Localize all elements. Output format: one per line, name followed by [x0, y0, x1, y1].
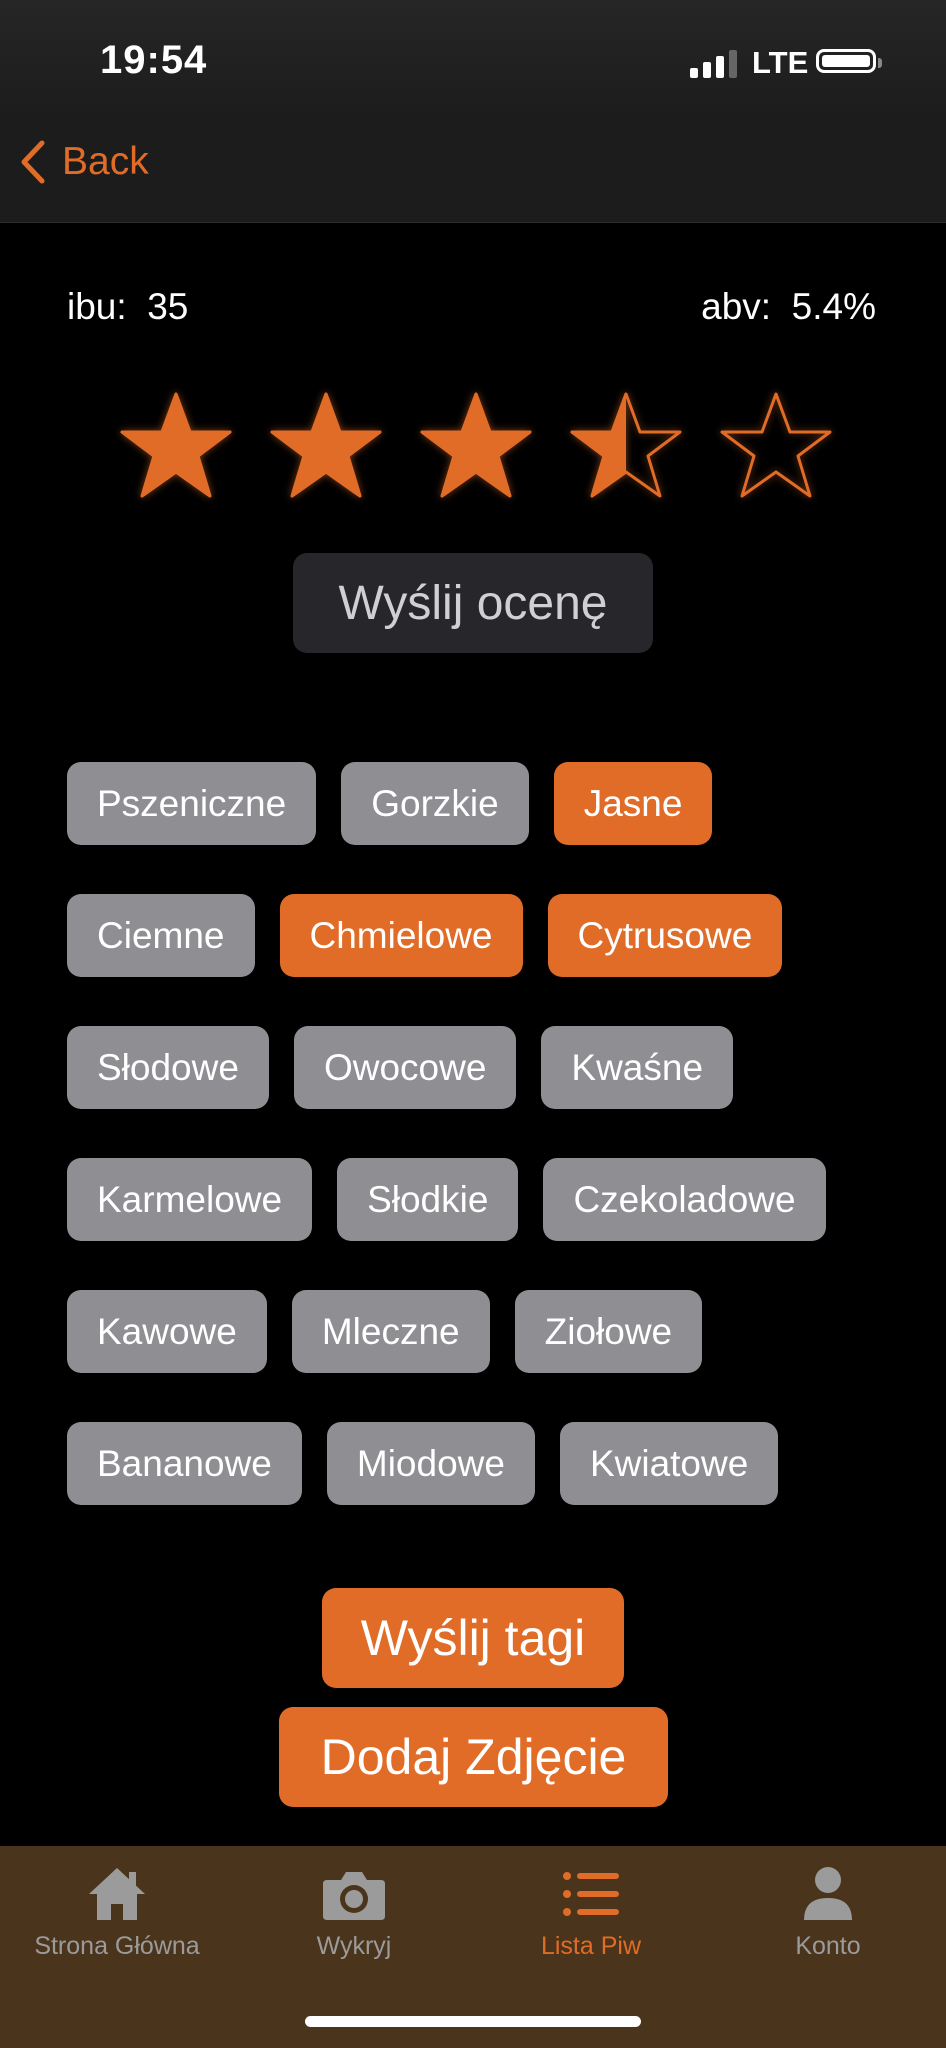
camera-icon	[323, 1872, 385, 1920]
tag-chmielowe[interactable]: Chmielowe	[279, 894, 523, 977]
tag-kwaśne[interactable]: Kwaśne	[541, 1026, 734, 1109]
back-button[interactable]: Back	[20, 140, 149, 184]
tag-kwiatowe[interactable]: Kwiatowe	[559, 1422, 779, 1505]
tag-row: Karmelowe Słodkie Czekoladowe	[67, 1158, 887, 1241]
add-photo-button[interactable]: Dodaj Zdjęcie	[279, 1707, 668, 1807]
tab-label: Konto	[795, 1932, 861, 1960]
tag-karmelowe[interactable]: Karmelowe	[67, 1158, 313, 1241]
tag-jasne[interactable]: Jasne	[553, 762, 713, 845]
tag-mleczne[interactable]: Mleczne	[291, 1290, 490, 1373]
star-filled-icon[interactable]	[416, 388, 536, 502]
network-label: LTE	[752, 45, 809, 80]
signal-icon	[690, 50, 737, 78]
tag-ziołowe[interactable]: Ziołowe	[514, 1290, 703, 1373]
ibu-value: 35	[147, 286, 189, 327]
back-label: Back	[62, 140, 149, 183]
star-filled-icon[interactable]	[266, 388, 386, 502]
tag-row: Ciemne Chmielowe Cytrusowe	[67, 894, 887, 977]
tab-home[interactable]: Strona Główna	[0, 1864, 237, 1961]
ibu-label: ibu:	[67, 286, 127, 327]
tag-list: Pszeniczne Gorzkie Jasne Ciemne Chmielowe Cyt…	[67, 762, 887, 1554]
tag-cytrusowe[interactable]: Cytrusowe	[547, 894, 783, 977]
send-tags-button[interactable]: Wyślij tagi	[322, 1588, 624, 1688]
tab-label: Lista Piw	[540, 1932, 642, 1960]
send-rating-button[interactable]: Wyślij ocenę	[293, 553, 653, 653]
tag-słodkie[interactable]: Słodkie	[337, 1158, 519, 1241]
home-icon	[89, 1868, 145, 1920]
star-filled-icon[interactable]	[116, 388, 236, 502]
tag-row: Kawowe Mleczne Ziołowe	[67, 1290, 887, 1373]
status-bar: 19:54 LTE	[0, 0, 946, 120]
tab-list[interactable]: Lista Piw	[471, 1864, 711, 1961]
tag-miodowe[interactable]: Miodowe	[326, 1422, 535, 1505]
ibu-stat: ibu: 35	[67, 286, 188, 328]
abv-value: 5.4%	[791, 286, 876, 327]
tag-owocowe[interactable]: Owocowe	[293, 1026, 517, 1109]
tag-ciemne[interactable]: Ciemne	[67, 894, 255, 977]
abv-label: abv:	[701, 286, 772, 327]
status-time: 19:54	[100, 38, 208, 82]
star-half-icon[interactable]	[566, 388, 686, 502]
tab-person[interactable]: Konto	[708, 1864, 946, 1961]
home-indicator	[305, 2016, 641, 2027]
battery-icon	[816, 49, 882, 73]
tab-camera[interactable]: Wykryj	[234, 1864, 474, 1961]
tag-pszeniczne[interactable]: Pszeniczne	[67, 762, 317, 845]
list-icon	[563, 1872, 619, 1916]
star-empty-icon[interactable]	[716, 388, 836, 502]
tag-słodowe[interactable]: Słodowe	[67, 1026, 269, 1109]
star-rating[interactable]	[116, 388, 836, 502]
tab-label: Wykryj	[316, 1932, 392, 1960]
tag-gorzkie[interactable]: Gorzkie	[341, 762, 529, 845]
tag-bananowe[interactable]: Bananowe	[67, 1422, 302, 1505]
tag-czekoladowe[interactable]: Czekoladowe	[543, 1158, 826, 1241]
tag-row: Pszeniczne Gorzkie Jasne	[67, 762, 887, 845]
person-icon	[804, 1867, 852, 1920]
chevron-left-icon	[21, 140, 45, 184]
tag-row: Słodowe Owocowe Kwaśne	[67, 1026, 887, 1109]
tag-row: Bananowe Miodowe Kwiatowe	[67, 1422, 887, 1505]
tag-kawowe[interactable]: Kawowe	[67, 1290, 267, 1373]
tab-label: Strona Główna	[34, 1932, 200, 1960]
abv-stat: abv: 5.4%	[701, 286, 876, 328]
